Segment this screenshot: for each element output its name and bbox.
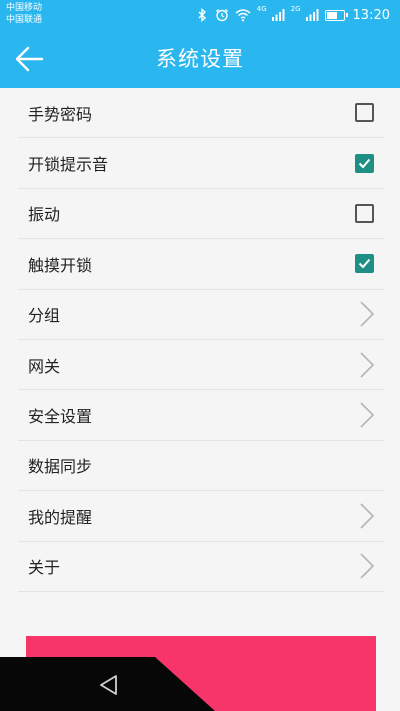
setting-gesture-password[interactable]: 手势密码 <box>18 88 384 139</box>
signal-icon <box>305 9 319 21</box>
vibration-checkbox[interactable] <box>355 203 374 223</box>
signal-icon <box>271 9 285 21</box>
setting-security[interactable]: 安全设置 <box>18 390 384 441</box>
touch-unlock-checkbox[interactable] <box>355 254 374 274</box>
wifi-icon <box>235 9 251 22</box>
setting-label: 我的提醒 <box>28 507 93 527</box>
setting-label: 振动 <box>28 205 61 225</box>
chevron-right-icon <box>360 352 375 378</box>
carrier-2: 中国联通 <box>6 15 43 25</box>
setting-label: 关于 <box>28 558 61 578</box>
status-icons: 4G 2G 13:20 <box>195 5 390 25</box>
setting-label: 安全设置 <box>28 407 93 427</box>
setting-gateway[interactable]: 网关 <box>18 340 384 391</box>
battery-level <box>326 11 338 19</box>
gesture-password-checkbox[interactable] <box>355 103 374 123</box>
network-type-2: 2G <box>290 5 301 13</box>
chevron-right-icon <box>360 503 375 529</box>
app-bar: 系统设置 <box>0 30 400 88</box>
status-bar: 中国移动 中国联通 4G 2G 13:20 <box>0 0 400 30</box>
nav-back-icon[interactable] <box>96 673 122 697</box>
battery-icon <box>324 9 348 21</box>
setting-label: 手势密码 <box>28 104 93 124</box>
setting-label: 触摸开锁 <box>28 255 93 275</box>
settings-list: 手势密码 开锁提示音 振动 触摸开锁 分组 网关 安全设置 数据同步 我的提醒 <box>18 88 384 592</box>
setting-reminders[interactable]: 我的提醒 <box>18 491 384 542</box>
setting-touch-unlock[interactable]: 触摸开锁 <box>18 239 384 290</box>
alarm-icon <box>215 9 228 22</box>
setting-label: 开锁提示音 <box>28 155 109 175</box>
setting-label: 数据同步 <box>28 457 93 477</box>
page-title: 系统设置 <box>156 47 244 71</box>
carrier-1: 中国移动 <box>6 3 43 13</box>
setting-group[interactable]: 分组 <box>18 290 384 340</box>
setting-vibration[interactable]: 振动 <box>18 189 384 240</box>
setting-unlock-sound[interactable]: 开锁提示音 <box>18 138 384 189</box>
chevron-right-icon <box>360 301 375 327</box>
setting-about[interactable]: 关于 <box>18 542 384 592</box>
clock: 13:20 <box>352 7 390 23</box>
chevron-right-icon <box>360 402 375 428</box>
setting-label: 分组 <box>28 306 61 326</box>
bluetooth-icon <box>198 8 206 22</box>
carrier-info: 中国移动 中国联通 <box>6 2 42 26</box>
setting-label: 网关 <box>28 356 61 376</box>
network-type-1: 4G <box>256 5 267 13</box>
setting-data-sync[interactable]: 数据同步 <box>18 441 384 492</box>
unlock-sound-checkbox[interactable] <box>355 153 374 173</box>
chevron-right-icon <box>360 553 375 579</box>
